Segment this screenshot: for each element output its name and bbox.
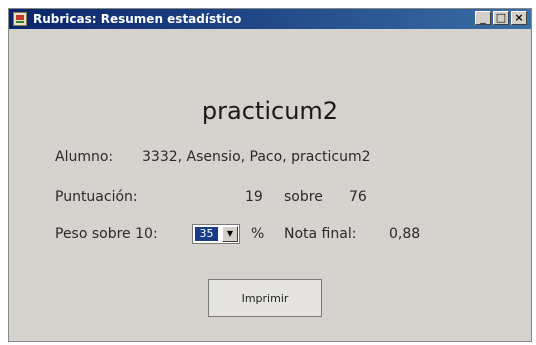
score-points: 19 [245,189,263,205]
student-value: 3332, Asensio, Paco, practicum2 [142,149,371,165]
score-label: Puntuación: [55,189,138,205]
close-button[interactable]: × [511,11,527,25]
print-button[interactable]: Imprimir [208,279,322,317]
maximize-button[interactable]: □ [493,11,509,25]
score-max: 76 [349,189,367,205]
score-over-label: sobre [284,189,323,205]
chevron-down-icon[interactable]: ▼ [222,226,238,242]
final-grade-label: Nota final: [284,226,357,242]
weight-unit: % [251,226,265,242]
weight-select-value: 35 [195,227,218,241]
course-heading: practicum2 [201,97,339,125]
java-app-icon [13,12,27,26]
title-bar[interactable]: Rubricas: Resumen estadístico _ □ × [9,9,531,29]
window-title: Rubricas: Resumen estadístico [33,12,242,26]
weight-label: Peso sobre 10: [55,226,158,242]
student-label: Alumno: [55,149,114,165]
minimize-button[interactable]: _ [475,11,491,25]
final-grade-value: 0,88 [389,226,421,242]
weight-select[interactable]: 35 ▼ [192,224,240,244]
summary-window: Rubricas: Resumen estadístico _ □ × prac… [8,8,532,342]
